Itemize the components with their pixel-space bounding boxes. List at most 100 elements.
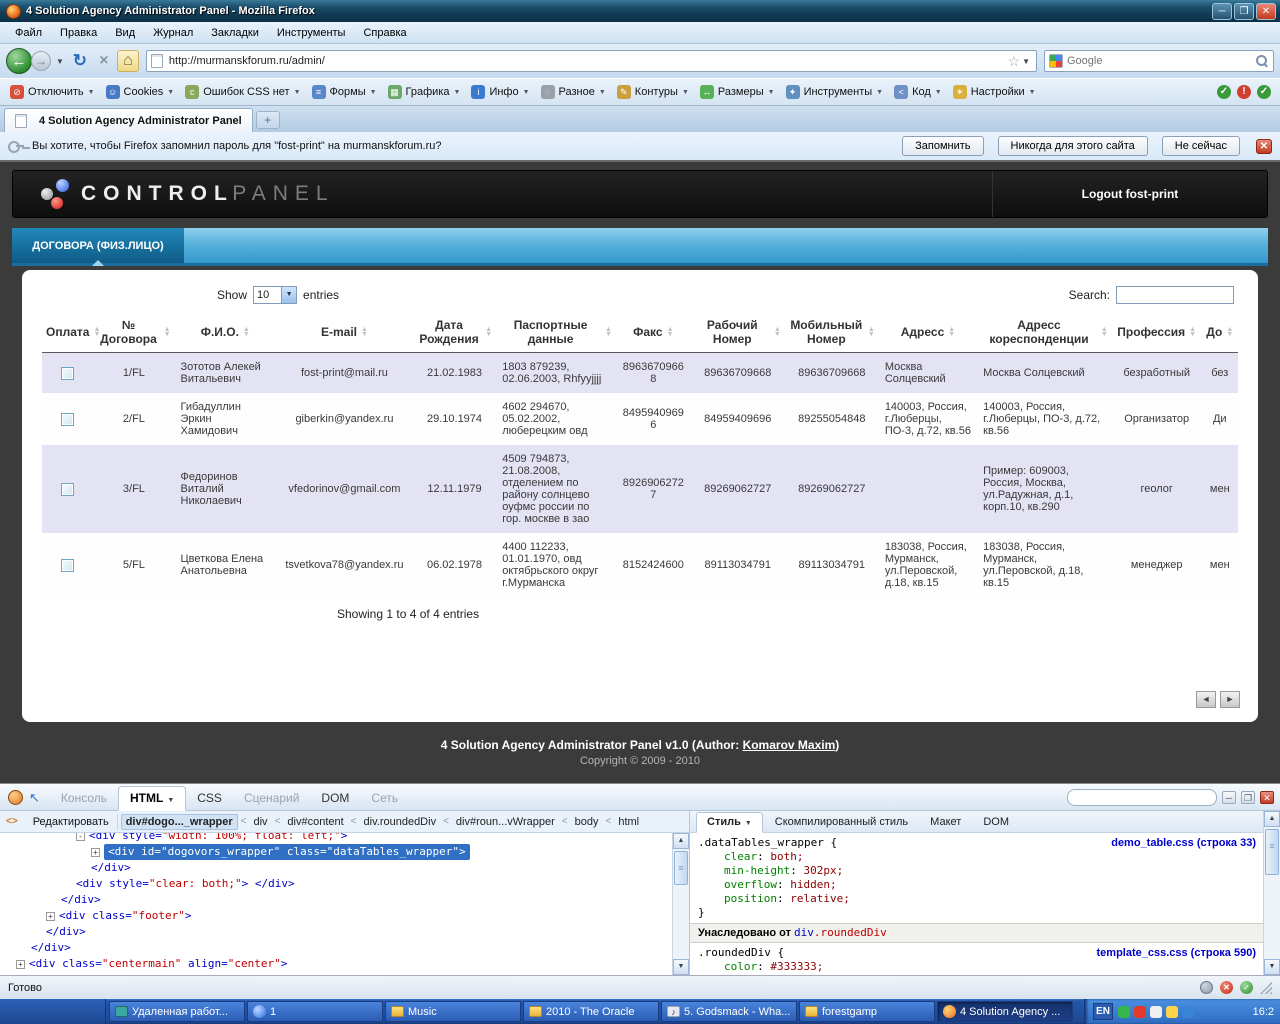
js-error-icon[interactable]: !: [1237, 85, 1251, 99]
tray-icon[interactable]: [1134, 1005, 1146, 1018]
taskbar-button[interactable]: forestgamp: [799, 1001, 935, 1022]
entries-select[interactable]: 10 ▼: [253, 286, 298, 304]
row-checkbox[interactable]: [61, 412, 75, 426]
breadcrumb-item[interactable]: html: [614, 815, 643, 829]
sort-desc-icon[interactable]: ▼: [774, 331, 781, 338]
firebug-tab-Сценарий[interactable]: Сценарий: [233, 787, 310, 810]
breadcrumb-item[interactable]: div#roun...vWrapper: [452, 815, 559, 829]
sort-desc-icon[interactable]: ▼: [243, 331, 250, 338]
url-input[interactable]: [168, 55, 1008, 67]
sort-desc-icon[interactable]: ▼: [1101, 331, 1108, 338]
html-tree-line[interactable]: </div>: [8, 924, 669, 940]
column-header[interactable]: До ▲ ▼: [1201, 312, 1238, 353]
not-now-button[interactable]: Не сейчас: [1161, 136, 1240, 156]
column-header[interactable]: Адресс ▲ ▼: [878, 312, 978, 353]
html-tree-line[interactable]: </div>: [8, 892, 669, 908]
statusbar-firebug-icon[interactable]: [1200, 981, 1213, 994]
devbar-item[interactable]: i Инфо ▼: [466, 83, 534, 101]
firebug-minimize-icon[interactable]: ─: [1222, 791, 1236, 804]
menu-item-Журнал[interactable]: Журнал: [144, 24, 202, 42]
magnifier-icon[interactable]: [1256, 54, 1269, 68]
column-header[interactable]: E-mail ▲ ▼: [276, 312, 413, 353]
row-checkbox[interactable]: [61, 482, 75, 496]
browser-tab[interactable]: 4 Solution Agency Administrator Panel: [4, 108, 253, 132]
html-tree-line[interactable]: <div style="clear: both;"> </div>: [8, 876, 669, 892]
scroll-up-icon[interactable]: ▲: [673, 833, 689, 849]
menu-item-Инструменты[interactable]: Инструменты: [268, 24, 355, 42]
sort-desc-icon[interactable]: ▼: [164, 331, 171, 338]
column-header[interactable]: № Договора ▲ ▼: [93, 312, 175, 353]
inherited-tag[interactable]: div: [794, 926, 814, 939]
devbar-item[interactable]: < Код ▼: [889, 83, 947, 101]
web-search-input[interactable]: [1067, 55, 1256, 67]
sort-desc-icon[interactable]: ▼: [948, 331, 955, 338]
sort-desc-icon[interactable]: ▼: [1189, 331, 1196, 338]
breadcrumb-item[interactable]: div.roundedDiv: [360, 815, 441, 829]
restore-button[interactable]: ❐: [1234, 2, 1254, 20]
url-dropdown-icon[interactable]: ▼: [1020, 57, 1032, 66]
css-file-link[interactable]: template_css.css (строка 590): [1097, 946, 1256, 960]
sort-desc-icon[interactable]: ▼: [485, 331, 492, 338]
sort-desc-icon[interactable]: ▼: [361, 331, 368, 338]
tray-icon[interactable]: [1182, 1005, 1194, 1018]
new-tab-button[interactable]: +: [255, 111, 280, 129]
style-tab-Стиль[interactable]: Стиль ▼: [696, 812, 763, 833]
css-file-link[interactable]: demo_table.css (строка 33): [1111, 836, 1256, 850]
taskbar-start-area[interactable]: [0, 999, 106, 1024]
menu-item-Правка[interactable]: Правка: [51, 24, 106, 42]
css-property[interactable]: min-height: 302px;: [698, 864, 1256, 878]
css-property[interactable]: clear: both;: [698, 850, 1256, 864]
tray-icon[interactable]: [1166, 1005, 1178, 1018]
sort-desc-icon[interactable]: ▼: [667, 331, 674, 338]
taskbar-button[interactable]: Music: [385, 1001, 521, 1022]
back-button[interactable]: ←: [6, 48, 32, 74]
devbar-item[interactable]: ≡ Формы ▼: [307, 83, 382, 101]
column-header[interactable]: Паспортные данные ▲ ▼: [496, 312, 616, 353]
menu-item-Файл[interactable]: Файл: [6, 24, 51, 42]
logout-button[interactable]: Logout fost-print: [992, 171, 1267, 217]
html-tree-line[interactable]: </div>: [8, 940, 669, 956]
column-header[interactable]: Дата Рождения ▲ ▼: [412, 312, 497, 353]
firebug-tab-Консоль[interactable]: Консоль: [50, 787, 118, 810]
stop-button[interactable]: ×: [94, 52, 114, 70]
url-bar[interactable]: ☆ ▼: [145, 50, 1037, 72]
language-indicator[interactable]: EN: [1093, 1003, 1113, 1020]
column-header[interactable]: Профессия ▲ ▼: [1111, 312, 1202, 353]
resize-grip[interactable]: [1260, 981, 1272, 994]
firebug-detach-icon[interactable]: ❐: [1241, 791, 1255, 804]
devbar-item[interactable]: ◌ Разное ▼: [536, 83, 611, 101]
css-valid-icon[interactable]: ✓: [1217, 85, 1231, 99]
row-checkbox[interactable]: [61, 366, 75, 380]
code-icon[interactable]: <>: [6, 816, 18, 827]
column-header[interactable]: Адресс кореспонденции ▲ ▼: [977, 312, 1112, 353]
firebug-tab-HTML[interactable]: HTML ▼: [118, 786, 187, 811]
remember-password-button[interactable]: Запомнить: [902, 136, 984, 156]
close-button[interactable]: ✕: [1256, 2, 1276, 20]
firebug-tab-DOM[interactable]: DOM: [310, 787, 360, 810]
row-checkbox[interactable]: [61, 558, 75, 572]
scrollbar-thumb[interactable]: [1265, 829, 1279, 875]
inspect-element-icon[interactable]: ↖: [29, 790, 40, 806]
menu-item-Закладки[interactable]: Закладки: [202, 24, 268, 42]
expand-icon[interactable]: +: [16, 959, 25, 969]
reload-button[interactable]: ↻: [69, 51, 91, 71]
forward-button[interactable]: →: [31, 51, 51, 71]
menu-item-Вид[interactable]: Вид: [106, 24, 144, 42]
html-tree-line[interactable]: + <div class="footer">: [8, 908, 669, 924]
scroll-down-icon[interactable]: ▼: [1264, 959, 1280, 975]
inherited-class[interactable]: .roundedDiv: [814, 926, 887, 939]
minimize-button[interactable]: ─: [1212, 2, 1232, 20]
tab-dogovora-fizlico[interactable]: ДОГОВОРА (ФИЗ.ЛИЦО): [12, 228, 184, 266]
taskbar-button[interactable]: Удаленная работ...: [109, 1001, 245, 1022]
breadcrumb-item[interactable]: div: [250, 815, 272, 829]
devbar-item[interactable]: ✦ Инструменты ▼: [781, 83, 889, 101]
sort-desc-icon[interactable]: ▼: [1226, 331, 1233, 338]
column-header[interactable]: Факс ▲ ▼: [615, 312, 691, 353]
scrollbar-thumb[interactable]: [674, 851, 688, 885]
statusbar-ok-icon[interactable]: ✓: [1240, 981, 1253, 994]
column-header[interactable]: Ф.И.О. ▲ ▼: [174, 312, 277, 353]
tray-icon[interactable]: [1150, 1005, 1162, 1018]
home-button[interactable]: ⌂: [116, 50, 139, 72]
history-dropdown-icon[interactable]: ▼: [54, 57, 66, 66]
taskbar-button[interactable]: 1: [247, 1001, 383, 1022]
